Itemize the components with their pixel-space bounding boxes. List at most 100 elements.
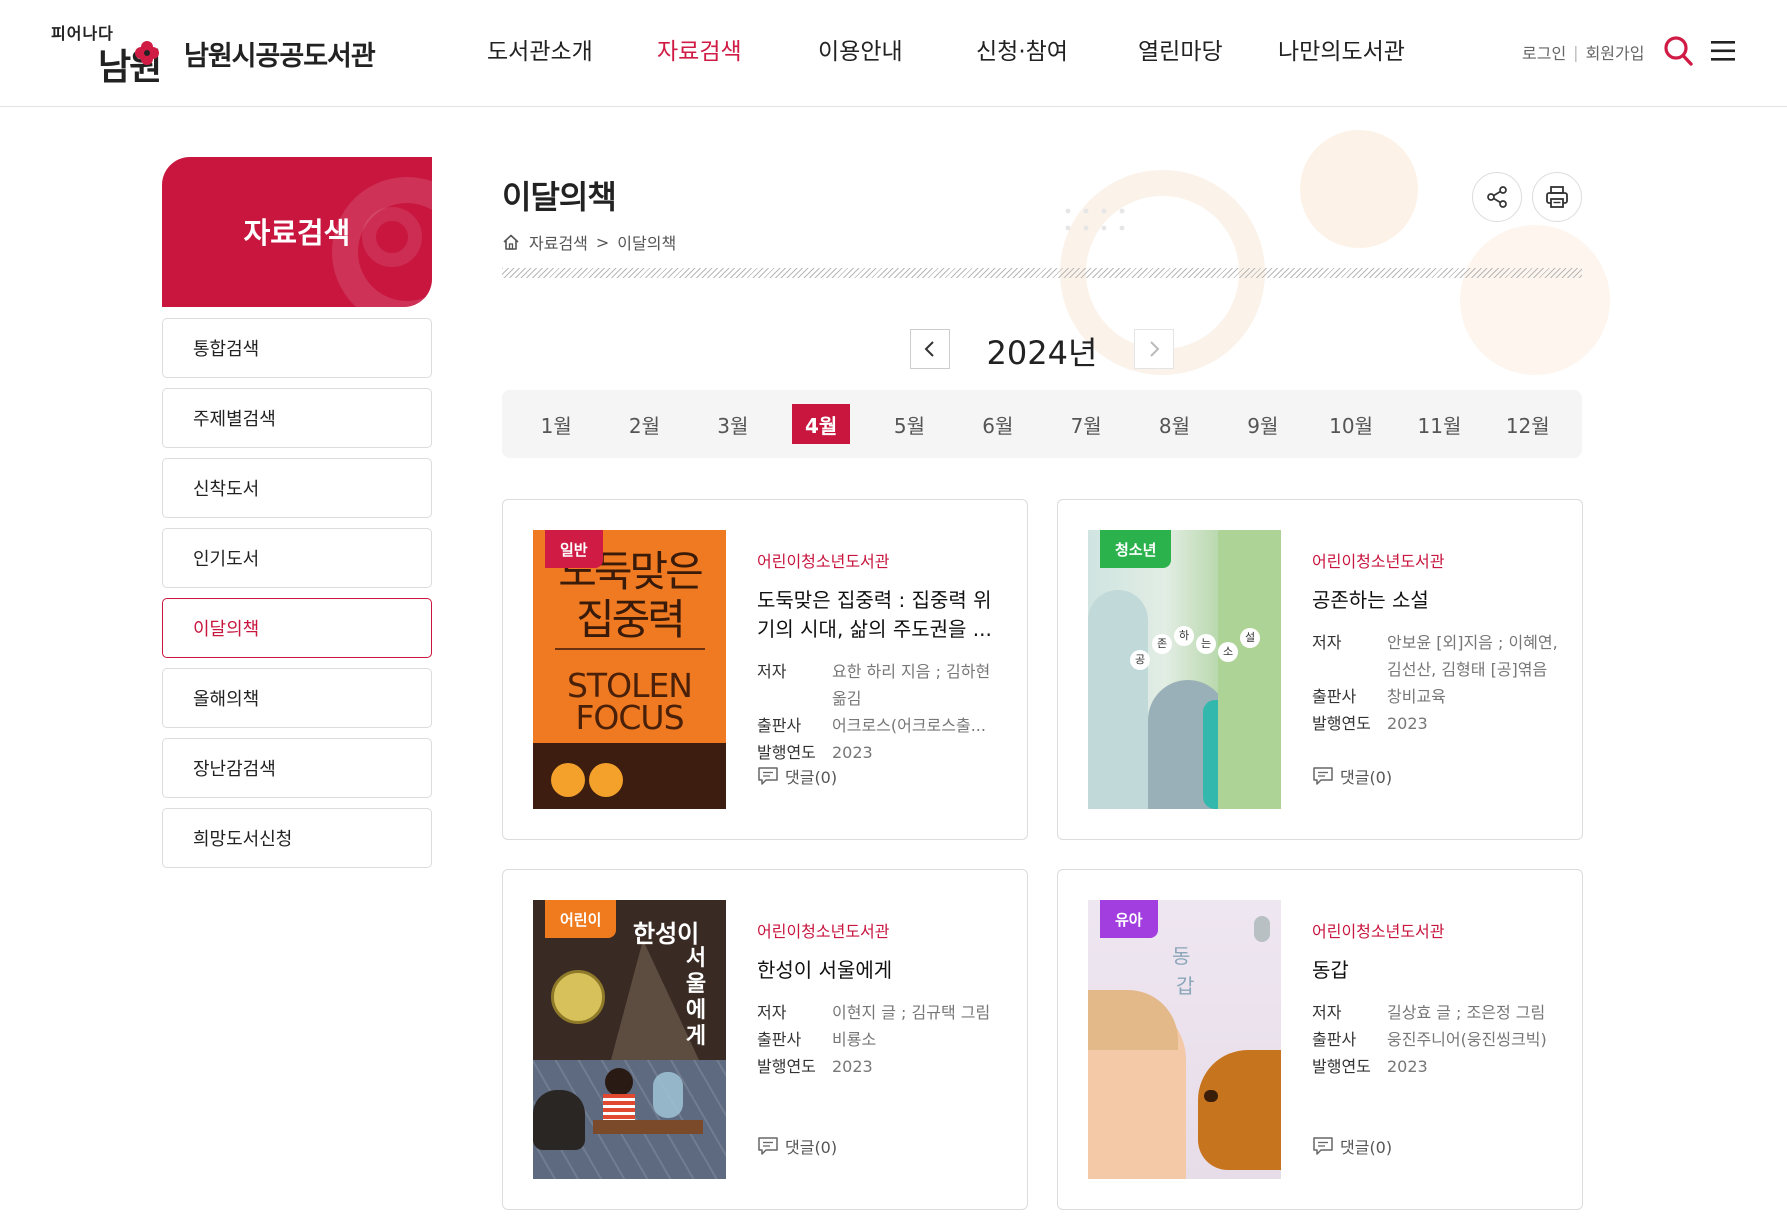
- comments-count: 댓글(0): [1340, 1138, 1393, 1157]
- year-label: 2024년: [986, 334, 1098, 372]
- author-value: 이현지 글 ; 김규택 그림: [832, 1003, 991, 1022]
- cover-en-title: FOCUS: [575, 698, 684, 737]
- book-meta: 저자 이현지 글 ; 김규택 그림 출판사 비룡소 발행연도 2023: [757, 999, 1007, 1080]
- book-card[interactable]: 동 갑 유아 어린이청소년도서관 동갑 저자 길상효 글 ; 조은정 그림 출판사…: [1057, 869, 1583, 1210]
- hamburger-menu-icon[interactable]: [1711, 40, 1735, 62]
- book-cover[interactable]: 동 갑 유아: [1088, 900, 1281, 1179]
- sidebar-item-toy-search[interactable]: 장난감검색: [162, 738, 432, 798]
- month-tab-11[interactable]: 11월: [1410, 404, 1468, 444]
- prev-year-button[interactable]: [910, 329, 950, 369]
- month-tab-1[interactable]: 1월: [527, 404, 585, 444]
- login-link[interactable]: 로그인: [1522, 40, 1566, 64]
- author-label: 저자: [1312, 633, 1342, 652]
- signup-link[interactable]: 회원가입: [1586, 40, 1645, 64]
- book-cover[interactable]: 공 존 하 는 소 설 청소년: [1088, 530, 1281, 809]
- sidebar-title: 자료검색: [243, 216, 351, 250]
- search-icon[interactable]: [1663, 35, 1693, 67]
- month-tab-4[interactable]: 4월: [792, 404, 851, 444]
- sidebar-item-popular-books[interactable]: 인기도서: [162, 528, 432, 588]
- book-card[interactable]: 한성이 서 울 에 게 어린이 어린이청소년도서관 한성이 서울에게 저자 이현지…: [502, 869, 1028, 1210]
- cover-child: [605, 1068, 633, 1096]
- book-card[interactable]: 공 존 하 는 소 설 청소년 어린이청소년도서관 공존하는 소설 저자 안보윤 …: [1057, 499, 1583, 840]
- cover-decoration: [555, 648, 705, 650]
- month-tab-7[interactable]: 7월: [1057, 404, 1115, 444]
- month-tab-9[interactable]: 9월: [1234, 404, 1292, 444]
- nav-item-library-intro[interactable]: 도서관소개: [487, 32, 593, 66]
- month-tab-3[interactable]: 3월: [704, 404, 762, 444]
- month-tab-12[interactable]: 12월: [1499, 404, 1557, 444]
- sidebar-item-subject-search[interactable]: 주제별검색: [162, 388, 432, 448]
- month-tabs: 1월 2월 3월 4월 5월 6월 7월 8월 9월 10월 11월 12월: [502, 390, 1582, 458]
- cover-char: 하: [1174, 626, 1194, 646]
- comments-link[interactable]: 댓글(0): [1312, 1134, 1392, 1158]
- month-tab-5[interactable]: 5월: [880, 404, 938, 444]
- printer-icon: [1546, 186, 1568, 208]
- sidebar-item-integrated-search[interactable]: 통합검색: [162, 318, 432, 378]
- cover-char: 설: [1240, 628, 1260, 648]
- comments-link[interactable]: 댓글(0): [1312, 764, 1392, 788]
- comments-count: 댓글(0): [785, 1138, 838, 1157]
- publisher-value: 비룡소: [832, 1030, 877, 1049]
- comment-icon: [758, 1137, 778, 1155]
- header-deco-dots: [1065, 208, 1125, 231]
- print-button[interactable]: [1532, 172, 1582, 222]
- cover-char: 소: [1218, 642, 1238, 662]
- book-title[interactable]: 공존하는 소설: [1312, 586, 1562, 615]
- publisher-label: 출판사: [1312, 1030, 1357, 1049]
- book-cover[interactable]: 한성이 서 울 에 게 어린이: [533, 900, 726, 1179]
- sidebar-item-book-of-year[interactable]: 올해의책: [162, 668, 432, 728]
- month-tab-2[interactable]: 2월: [615, 404, 673, 444]
- book-title[interactable]: 도둑맞은 집중력 : 집중력 위기의 시대, 삶의 주도권을 ...: [757, 586, 1007, 644]
- comments-link[interactable]: 댓글(0): [757, 1134, 837, 1158]
- book-cover[interactable]: 도둑맞은 집중력 STOLEN FOCUS 일반: [533, 530, 726, 809]
- sidebar-item-new-books[interactable]: 신착도서: [162, 458, 432, 518]
- sidebar-item-book-of-month[interactable]: 이달의책: [162, 598, 432, 658]
- util-separator: |: [1573, 42, 1579, 62]
- month-tab-10[interactable]: 10월: [1322, 404, 1380, 444]
- comments-link[interactable]: 댓글(0): [757, 764, 837, 788]
- publisher-value: 창비교육: [1387, 687, 1446, 706]
- book-card[interactable]: 도둑맞은 집중력 STOLEN FOCUS 일반 어린이청소년도서관 도둑맞은 …: [502, 499, 1028, 840]
- author-label: 저자: [1312, 1003, 1342, 1022]
- year-value: 2023: [1387, 1057, 1428, 1076]
- cover-platform: [593, 1120, 703, 1134]
- site-logo[interactable]: 피어나다 남원 남원시공공도서관: [50, 20, 390, 90]
- month-tab-6[interactable]: 6월: [969, 404, 1027, 444]
- month-tab-8[interactable]: 8월: [1145, 404, 1203, 444]
- site-header: 피어나다 남원 남원시공공도서관 도서관소개 자료검색 이용안내 신청·참여 열…: [0, 0, 1787, 107]
- nav-item-search[interactable]: 자료검색: [657, 32, 742, 66]
- book-info: 어린이청소년도서관 한성이 서울에게 저자 이현지 글 ; 김규택 그림 출판사 비…: [757, 918, 1007, 1080]
- year-value: 2023: [832, 1057, 873, 1076]
- breadcrumb: 자료검색 > 이달의책: [502, 230, 676, 254]
- library-name: 어린이청소년도서관: [757, 552, 890, 571]
- next-year-button[interactable]: [1134, 329, 1174, 369]
- nav-item-open-forum[interactable]: 열린마당: [1138, 32, 1223, 66]
- book-meta: 저자 안보윤 [외]지음 ; 이혜연, 김선산, 김형태 [공]엮음 출판사 창비교…: [1312, 629, 1562, 737]
- category-badge: 청소년: [1100, 530, 1172, 568]
- breadcrumb-item[interactable]: 자료검색: [529, 230, 588, 254]
- home-icon[interactable]: [502, 233, 520, 251]
- comments-count: 댓글(0): [785, 768, 838, 787]
- category-badge: 어린이: [545, 900, 617, 938]
- nav-item-apply[interactable]: 신청·참여: [976, 32, 1068, 66]
- share-button[interactable]: [1472, 172, 1522, 222]
- sidebar-item-book-request[interactable]: 희망도서신청: [162, 808, 432, 868]
- chevron-right-icon: [1150, 341, 1160, 357]
- category-badge: 유아: [1100, 900, 1158, 938]
- chevron-left-icon: [924, 341, 934, 357]
- cover-char: 에: [685, 998, 707, 1023]
- author-value: 길상효 글 ; 조은정 그림: [1387, 1003, 1546, 1022]
- cover-char: 공: [1130, 650, 1150, 670]
- nav-item-my-library[interactable]: 나만의도서관: [1278, 32, 1405, 66]
- author-label: 저자: [757, 662, 787, 681]
- cover-title: 집중력: [576, 595, 686, 644]
- book-info: 어린이청소년도서관 도둑맞은 집중력 : 집중력 위기의 시대, 삶의 주도권을…: [757, 548, 1007, 766]
- publisher-label: 출판사: [757, 1030, 802, 1049]
- breadcrumb-current: 이달의책: [617, 234, 677, 253]
- book-title[interactable]: 한성이 서울에게: [757, 956, 1007, 985]
- book-title[interactable]: 동갑: [1312, 956, 1562, 985]
- nav-item-guide[interactable]: 이용안내: [818, 32, 903, 66]
- share-icon: [1487, 186, 1507, 208]
- cover-jar: [533, 1090, 585, 1150]
- cover-child-shirt: [603, 1094, 635, 1120]
